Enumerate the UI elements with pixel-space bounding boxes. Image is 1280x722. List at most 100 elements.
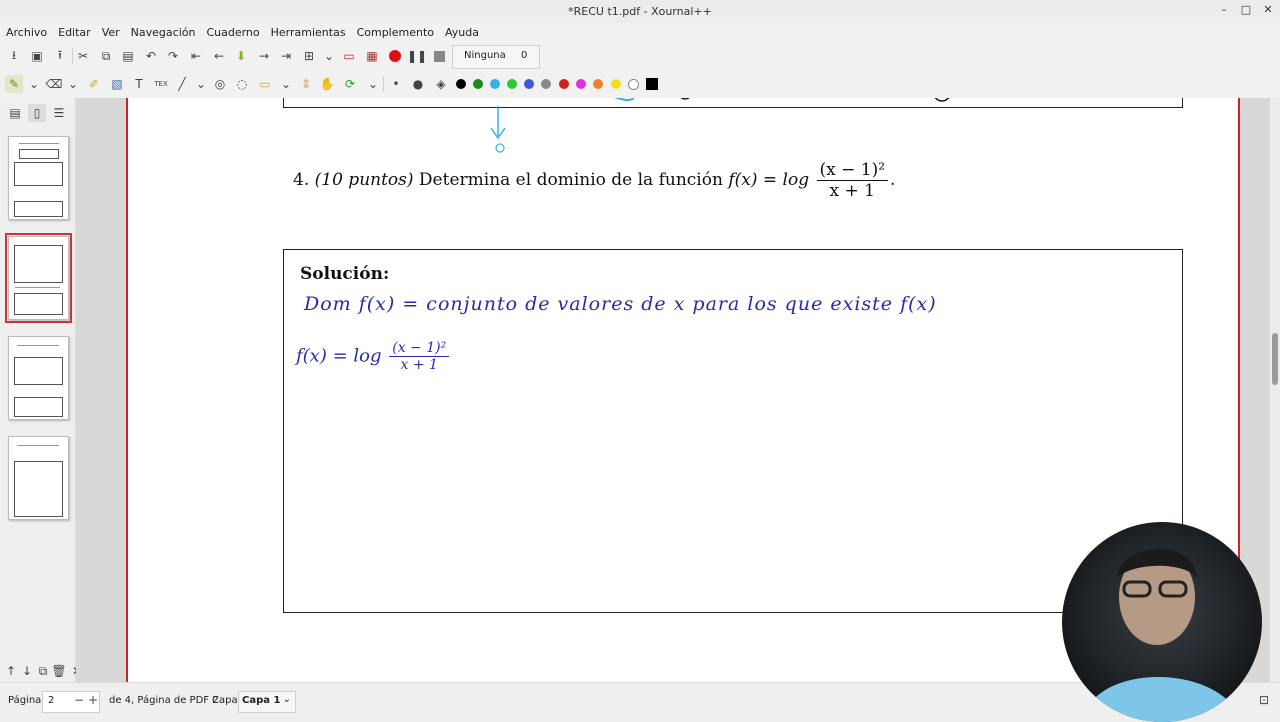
handwriting-denominator: x + 1 [400,357,438,373]
menu-ayuda[interactable]: Ayuda [439,23,484,39]
handwriting-fraction: (x − 1)² x + 1 [389,340,450,373]
menu-archivo[interactable]: Archivo [0,23,52,39]
color-black[interactable] [456,79,466,89]
presentation-icon[interactable]: ▦ [363,47,381,65]
layer-dropdown-value: Capa 1 [242,695,281,706]
formula-lhs: f(x) = log [728,170,810,190]
eraser-icon[interactable]: ⌫ [45,75,63,93]
menu-complemento[interactable]: Complemento [351,23,439,39]
new-page-icon[interactable]: ▣ [28,47,46,65]
webcam-overlay [1062,522,1262,722]
previous-solution-box [283,98,1183,108]
delete-page-icon[interactable]: 🗑 [50,662,68,680]
hand-icon[interactable]: ✋ [318,75,336,93]
medium-stroke-icon[interactable]: ● [409,75,427,93]
record-icon[interactable] [386,47,404,65]
chevron-down-icon[interactable]: ⌄ [320,47,338,65]
page-increment-button[interactable]: + [84,691,102,709]
color-light-green[interactable] [507,79,517,89]
save-icon[interactable]: ⭳ [5,47,23,65]
stop-icon[interactable] [430,47,448,65]
layer-label: Capa [212,695,238,706]
pause-icon[interactable]: ❚❚ [407,47,427,65]
pages-tab-icon[interactable]: ▯ [28,104,46,122]
image-icon[interactable]: ▧ [108,75,126,93]
minimize-button[interactable]: – [1213,3,1235,19]
color-light-blue[interactable] [490,79,500,89]
maximize-button[interactable]: □ [1235,3,1257,19]
color-blue[interactable] [524,79,534,89]
lasso-select-icon[interactable]: ◌ [233,75,251,93]
sidebar-controls: ↑ ↓ ⧉ 🗑 ✕ [0,662,82,680]
layers-tab-icon[interactable]: ☰ [50,104,68,122]
page-label: Página [8,695,42,706]
refresh-icon[interactable]: ⟳ [341,75,359,93]
menu-editar[interactable]: Editar [52,23,96,39]
color-green[interactable] [473,79,483,89]
redo-icon[interactable]: ↷ [164,47,182,65]
presenter-video [1082,548,1242,722]
page-thumbnail-2[interactable] [5,233,72,323]
tools-toolbar: ✎ ⌄ ⌫ ⌄ ✐ ▧ T TEX ╱ ⌄ ◎ ◌ ▭ ⌄ ⇕ ✋ ⟳ ⌄ • … [0,70,1280,98]
undo-icon[interactable]: ↶ [142,47,160,65]
menu-cuaderno[interactable]: Cuaderno [200,23,264,39]
chevron-down-icon: ⌄ [282,694,291,705]
rect-select-icon[interactable]: ▭ [256,75,274,93]
page-thumbnail-1[interactable] [8,136,69,220]
problem-text: Determina el dominio de la función [418,170,723,190]
problem-number: 4. [293,170,310,190]
chevron-down-icon[interactable]: ⌄ [64,75,82,93]
fullscreen-icon[interactable]: ⊡ [1255,691,1273,709]
next-page-icon[interactable]: → [255,47,273,65]
export-icon[interactable]: ⭱ [51,47,69,65]
copy-icon[interactable]: ⧉ [97,47,115,65]
goto-page-icon[interactable]: ⬇ [232,47,250,65]
color-orange[interactable] [593,79,603,89]
color-magenta[interactable] [576,79,586,89]
latex-icon[interactable]: TEX [152,75,170,93]
vertical-scrollbar[interactable] [1270,98,1280,682]
layer-dropdown[interactable]: Capa 1 ⌄ [238,691,296,713]
blue-arrow-annotation [490,106,506,153]
handwriting-lhs: f(x) = log [296,345,382,367]
menu-bar: Archivo Editar Ver Navegación Cuaderno Herram… [0,23,1280,42]
shape-recognizer-icon[interactable]: ◎ [211,75,229,93]
insert-page-icon[interactable]: ⊞ [300,47,318,65]
page-thumbnail-4[interactable] [8,436,69,520]
main-toolbar: ⭳ ▣ ⭱ ✂ ⧉ ▤ ↶ ↷ ⇤ ← ⬇ → ⇥ ⊞ ⌄ ▭ ▦ ❚❚ Nin… [0,42,1280,70]
formula-denominator: x + 1 [829,181,875,201]
first-page-icon[interactable]: ⇤ [187,47,205,65]
chevron-down-icon[interactable]: ⌄ [277,75,295,93]
vertical-space-icon[interactable]: ⇕ [297,75,315,93]
close-button[interactable]: ✕ [1257,3,1279,19]
color-yellow[interactable] [611,79,621,89]
pen-icon[interactable]: ✎ [5,75,23,93]
color-red[interactable] [559,79,569,89]
menu-ver[interactable]: Ver [96,23,125,39]
scrollbar-thumb[interactable] [1272,333,1278,385]
paste-icon[interactable]: ▤ [119,47,137,65]
last-page-icon[interactable]: ⇥ [277,47,295,65]
outline-tab-icon[interactable]: ▤ [6,104,24,122]
chevron-down-icon[interactable]: ⌄ [25,75,43,93]
fill-icon[interactable]: ◈ [432,75,450,93]
chevron-down-icon[interactable]: ⌄ [192,75,210,93]
previous-page-icon[interactable]: ← [210,47,228,65]
chevron-down-icon[interactable]: ⌄ [364,75,382,93]
page-preview-sidebar: ▤ ▯ ☰ ↑ ↓ ⧉ 🗑 ✕ [0,98,82,682]
menu-herramientas[interactable]: Herramientas [265,23,351,39]
highlighter-icon[interactable]: ✐ [85,75,103,93]
cut-icon[interactable]: ✂ [74,47,92,65]
layer-selector[interactable]: Ninguna 0 [452,45,540,69]
color-white[interactable] [628,79,639,90]
thin-stroke-icon[interactable]: • [387,75,405,93]
color-picker-icon[interactable] [643,75,661,93]
ruler-icon[interactable]: ╱ [173,75,191,93]
delete-page-icon[interactable]: ▭ [340,47,358,65]
title-bar: *RECU t1.pdf - Xournal++ – □ ✕ [0,0,1280,24]
text-icon[interactable]: T [130,75,148,93]
menu-navegacion[interactable]: Navegación [125,23,201,39]
page-thumbnail-3[interactable] [8,336,69,420]
formula-numerator: (x − 1)² [816,160,889,181]
color-gray[interactable] [541,79,551,89]
